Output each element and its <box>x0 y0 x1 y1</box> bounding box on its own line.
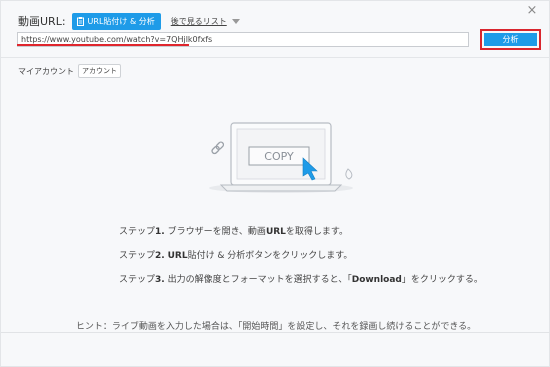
my-account-label: マイアカウント <box>18 66 74 76</box>
chevron-down-icon[interactable] <box>231 18 240 24</box>
analyze-button[interactable]: 分析 <box>484 33 537 46</box>
url-toolbar: 動画URL: URL貼付け & 分析 後で見るリスト <box>18 12 240 30</box>
copy-url-illustration: COPY <box>209 122 353 193</box>
account-button[interactable]: アカウント <box>78 64 121 78</box>
step-3: ステップ3. 出力の解像度とフォーマットを選択すると、「Download」をクリ… <box>119 275 483 285</box>
url-label: 動画URL: <box>18 15 66 28</box>
account-row: マイアカウント アカウント <box>18 64 121 78</box>
copy-text: COPY <box>264 150 294 163</box>
analyze-button-highlight: 分析 <box>480 29 541 50</box>
hint-text: ヒント：ライブ動画を入力した場合は、「開始時間」を設定し、それを録画し続けること… <box>75 322 477 332</box>
clipboard-icon <box>76 16 84 26</box>
divider <box>1 57 550 58</box>
step-1: ステップ1. ブラウザーを開き、動画URLを取得します。 <box>119 227 349 237</box>
paste-and-analyze-button[interactable]: URL貼付け & 分析 <box>71 12 161 30</box>
watch-later-link[interactable]: 後で見るリスト <box>171 16 227 27</box>
step-2: ステップ2. URL貼付け & 分析ボタンをクリックします。 <box>119 251 353 261</box>
steps-list: ステップ1. ブラウザーを開き、動画URLを取得します。 ステップ2. URL貼… <box>119 227 483 299</box>
url-highlight-underline <box>17 44 189 46</box>
close-icon[interactable]: × <box>525 4 539 18</box>
footer-divider <box>1 332 550 333</box>
downloader-window: × 動画URL: URL貼付け & 分析 後で見るリスト 分析 マイアカウント … <box>0 0 550 367</box>
paste-and-analyze-label: URL貼付け & 分析 <box>87 16 155 26</box>
